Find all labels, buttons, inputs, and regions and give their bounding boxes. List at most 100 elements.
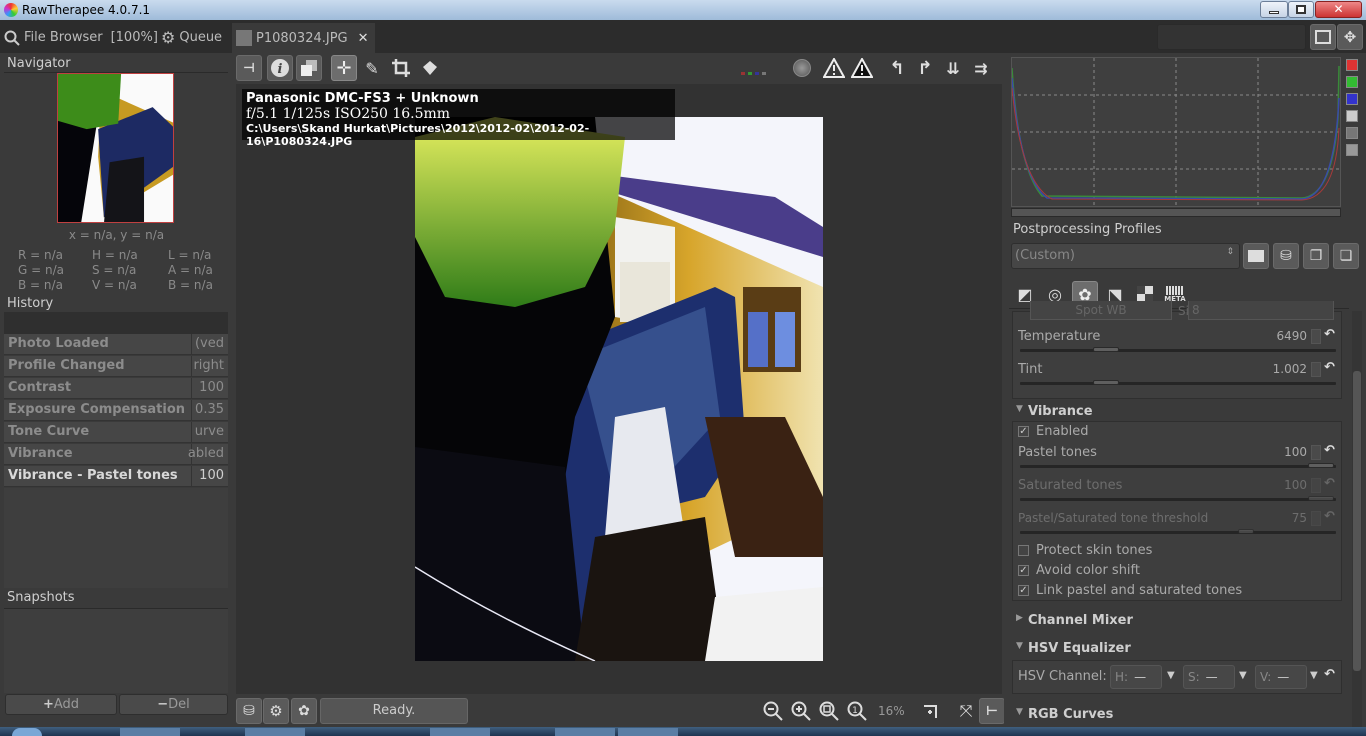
open-profile-button[interactable] — [1243, 243, 1269, 269]
temperature-slider-knob[interactable] — [1092, 347, 1119, 352]
tint-spinner[interactable] — [1311, 362, 1321, 377]
navigator-thumbnail[interactable] — [57, 73, 174, 223]
protect-skin-checkbox[interactable] — [1018, 545, 1029, 556]
green-toggle[interactable] — [1346, 76, 1358, 88]
zoom-100-button[interactable]: 1 — [844, 698, 870, 724]
luminance-toggle[interactable] — [1346, 110, 1358, 122]
hsv-s-button[interactable]: S: — — [1183, 665, 1235, 689]
link-tones-checkbox[interactable]: ✓ — [1018, 585, 1029, 596]
rgb-curves-section-header[interactable]: ▼ RGB Curves — [1013, 704, 1344, 727]
preview-photo[interactable] — [415, 117, 823, 661]
reset-temperature-icon[interactable]: ↶ — [1324, 327, 1335, 342]
history-row-vibrance-pastel[interactable]: Vibrance - Pastel tones 100 — [4, 466, 228, 487]
avoid-shift-label: Avoid color shift — [1036, 563, 1140, 578]
taskbar-item[interactable] — [618, 728, 678, 736]
straighten-tool-button[interactable] — [417, 55, 443, 81]
zoom-fit-button[interactable] — [816, 698, 842, 724]
flip-vertical-button[interactable]: ⇊ — [940, 55, 966, 81]
pastel-slider-knob[interactable] — [1308, 463, 1334, 468]
close-icon[interactable]: ✕ — [358, 31, 369, 46]
delete-snapshot-button[interactable]: −Del — [119, 694, 228, 715]
filmstrip-toggle-button[interactable] — [1310, 24, 1336, 50]
taskbar-item[interactable] — [245, 728, 305, 736]
red-channel-dot[interactable] — [741, 72, 745, 75]
chevron-down-icon[interactable]: ▼ — [1167, 670, 1175, 681]
reset-tint-icon[interactable]: ↶ — [1324, 360, 1335, 375]
info-toggle-button[interactable]: i — [267, 55, 293, 81]
tool-panel-scrollbar[interactable] — [1352, 311, 1362, 733]
green-channel-dot[interactable] — [748, 72, 752, 75]
hand-tool-button[interactable]: ✛ — [331, 55, 357, 81]
red-toggle[interactable] — [1346, 59, 1358, 71]
zoom-out-button[interactable] — [760, 698, 786, 724]
temperature-slider[interactable] — [1020, 347, 1336, 352]
save-profile-button[interactable]: ⛁ — [1273, 243, 1299, 269]
chevron-down-icon[interactable]: ▼ — [1239, 670, 1247, 681]
hsv-v-button[interactable]: V: — — [1255, 665, 1307, 689]
copy-profile-button[interactable]: ❐ — [1303, 243, 1329, 269]
fullscreen-button[interactable]: ⤧ — [953, 698, 979, 724]
rotate-right-button[interactable]: ↱ — [912, 55, 938, 81]
before-after-button[interactable] — [296, 55, 322, 81]
reset-pastel-icon[interactable]: ↶ — [1324, 443, 1335, 458]
channel-mixer-section-header[interactable]: ▶ Channel Mixer — [1013, 610, 1344, 633]
reset-hsv-icon[interactable]: ↶ — [1324, 667, 1335, 682]
tab-queue[interactable]: ⚙ Queue — [161, 24, 222, 51]
crop-tool-button[interactable] — [388, 55, 414, 81]
flip-horizontal-button[interactable]: ⇉ — [968, 55, 994, 81]
taskbar-item[interactable] — [120, 728, 180, 736]
spot-size-select[interactable]: 8 — [1188, 301, 1334, 320]
paste-profile-button[interactable]: ❏ — [1333, 243, 1359, 269]
raw-toggle[interactable] — [1346, 127, 1358, 139]
scrollbar-thumb[interactable] — [1353, 371, 1361, 671]
queue-image-button[interactable]: ⚙ — [263, 698, 289, 724]
history-row-photo-loaded[interactable]: Photo Loaded ved) — [4, 334, 228, 355]
temperature-spinner[interactable] — [1311, 329, 1321, 344]
wb-picker-button[interactable]: ✎ — [359, 55, 385, 81]
shadow-clip-warning-button[interactable] — [821, 55, 847, 81]
pastel-tones-slider[interactable] — [1020, 463, 1336, 468]
hide-left-panel-button[interactable]: ⊣ — [236, 55, 262, 81]
history-row-exposure[interactable]: Exposure Compensation 0.35 — [4, 400, 228, 421]
start-button[interactable] — [12, 728, 42, 736]
avoid-shift-checkbox[interactable]: ✓ — [1018, 565, 1029, 576]
pastel-tones-spinner[interactable] — [1311, 445, 1321, 460]
tab-file-browser[interactable]: File Browser [100%] — [4, 24, 158, 51]
focus-mask-button[interactable] — [789, 55, 815, 81]
hsv-h-button[interactable]: H: — — [1110, 665, 1162, 689]
luminance-channel-dot[interactable] — [762, 72, 766, 75]
maximize-button[interactable] — [1288, 1, 1314, 18]
save-image-button[interactable]: ⛁ — [236, 698, 262, 724]
zoom-in-button[interactable] — [788, 698, 814, 724]
taskbar-item[interactable] — [555, 728, 615, 736]
tint-slider-knob[interactable] — [1092, 380, 1119, 385]
history-row-contrast[interactable]: Contrast 100 — [4, 378, 228, 399]
minimize-button[interactable] — [1260, 1, 1288, 18]
history-row-tone-curve[interactable]: Tone Curve urve — [4, 422, 228, 443]
value-v: V = n/a — [92, 278, 137, 292]
chevron-down-icon[interactable]: ▼ — [1310, 670, 1318, 681]
history-row-vibrance[interactable]: Vibrance abled — [4, 444, 228, 465]
bar-toggle[interactable] — [1346, 144, 1358, 156]
value-s: S = n/a — [92, 263, 137, 277]
hide-right-panel-button[interactable]: ⊢ — [979, 698, 1005, 724]
taskbar-item[interactable] — [430, 728, 490, 736]
tab-image-editor[interactable]: P1080324.JPG ✕ — [232, 23, 375, 53]
tint-slider[interactable] — [1020, 380, 1336, 385]
blue-toggle[interactable] — [1346, 93, 1358, 105]
fullscreen-toggle-button[interactable]: ✥ — [1337, 24, 1363, 50]
profile-select[interactable]: (Custom) ⇕ — [1011, 243, 1240, 269]
new-detail-window-button[interactable] — [918, 698, 944, 724]
edit-external-button[interactable]: ✿ — [291, 698, 317, 724]
hsv-section-header[interactable]: ▼ HSV Equalizer — [1013, 638, 1344, 661]
history-row-profile-changed[interactable]: Profile Changed right — [4, 356, 228, 377]
value-r: R = n/a — [18, 248, 64, 262]
histogram-rgb-bar — [1011, 208, 1341, 217]
blue-channel-dot[interactable] — [755, 72, 759, 75]
spot-wb-button[interactable]: Spot WB — [1030, 301, 1172, 320]
close-window-button[interactable]: ✕ — [1315, 1, 1362, 18]
highlight-clip-warning-button[interactable] — [849, 55, 875, 81]
vibrance-enabled-checkbox[interactable]: ✓ — [1018, 426, 1029, 437]
rotate-left-button[interactable]: ↰ — [884, 55, 910, 81]
add-snapshot-button[interactable]: +Add — [5, 694, 117, 715]
